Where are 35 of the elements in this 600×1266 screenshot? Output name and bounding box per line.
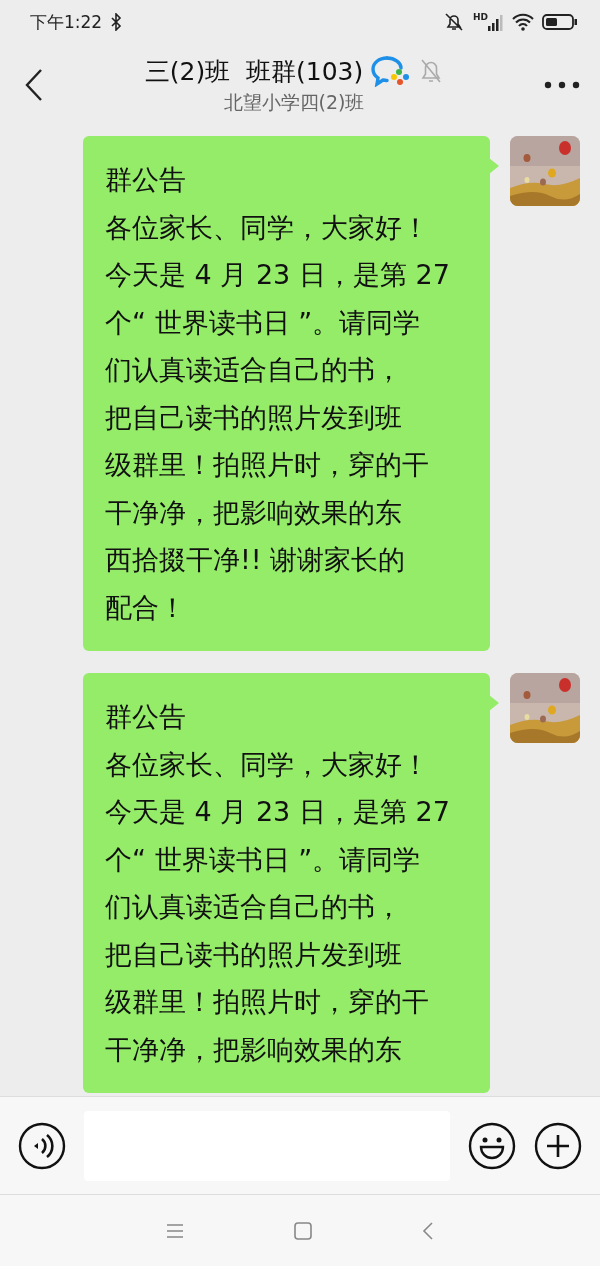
chat-title: 三(2)班 班群(103) (144, 55, 364, 88)
message-line: 个“ 世界读书日 ”。请同学 (105, 305, 421, 340)
status-time: 下午1:22 (30, 10, 103, 34)
bluetooth-icon (110, 13, 123, 31)
chat-app-icon (371, 55, 412, 87)
message-heading: 群公告 (105, 163, 187, 197)
home-icon[interactable] (294, 1221, 312, 1240)
more-icon[interactable] (544, 81, 580, 89)
message-line: 干净净，把影响效果的东 (105, 495, 402, 530)
emoji-icon[interactable] (468, 1121, 516, 1170)
menu-icon[interactable] (166, 1222, 184, 1239)
muted-bell-icon (443, 11, 465, 33)
signal-icon (488, 13, 504, 31)
wifi-icon (512, 13, 534, 31)
message-line: 各位家长、同学，大家好！ (105, 747, 429, 782)
message-line: 把自己读书的照片发到班 (105, 937, 402, 972)
message-line: 级群里！拍照片时，穿的干 (105, 448, 429, 482)
message-line: 们认真读适合自己的书， (105, 890, 402, 924)
message-line: 个“ 世界读书日 ”。请同学 (105, 842, 421, 877)
message-line: 今天是 4 月 23 日，是第 27 (105, 258, 450, 292)
voice-icon[interactable] (18, 1121, 66, 1170)
message-line: 级群里！拍照片时，穿的干 (105, 985, 429, 1019)
message-line: 们认真读适合自己的书， (105, 353, 402, 387)
back-icon[interactable] (24, 68, 44, 102)
add-icon[interactable] (534, 1121, 582, 1170)
message-line: 配合！ (105, 590, 186, 625)
message-line: 各位家长、同学，大家好！ (105, 210, 429, 245)
message-line: 干净净，把影响效果的东 (105, 1032, 402, 1067)
chat-subtitle: 北望小学四(2)班 (223, 89, 365, 115)
message-line: 西拾掇干净!! 谢谢家长的 (105, 543, 406, 577)
message-line: 把自己读书的照片发到班 (105, 400, 402, 435)
message-line: 今天是 4 月 23 日，是第 27 (105, 795, 450, 829)
message-heading: 群公告 (105, 700, 187, 734)
network-label: HD (473, 12, 488, 22)
battery-icon (542, 13, 578, 31)
